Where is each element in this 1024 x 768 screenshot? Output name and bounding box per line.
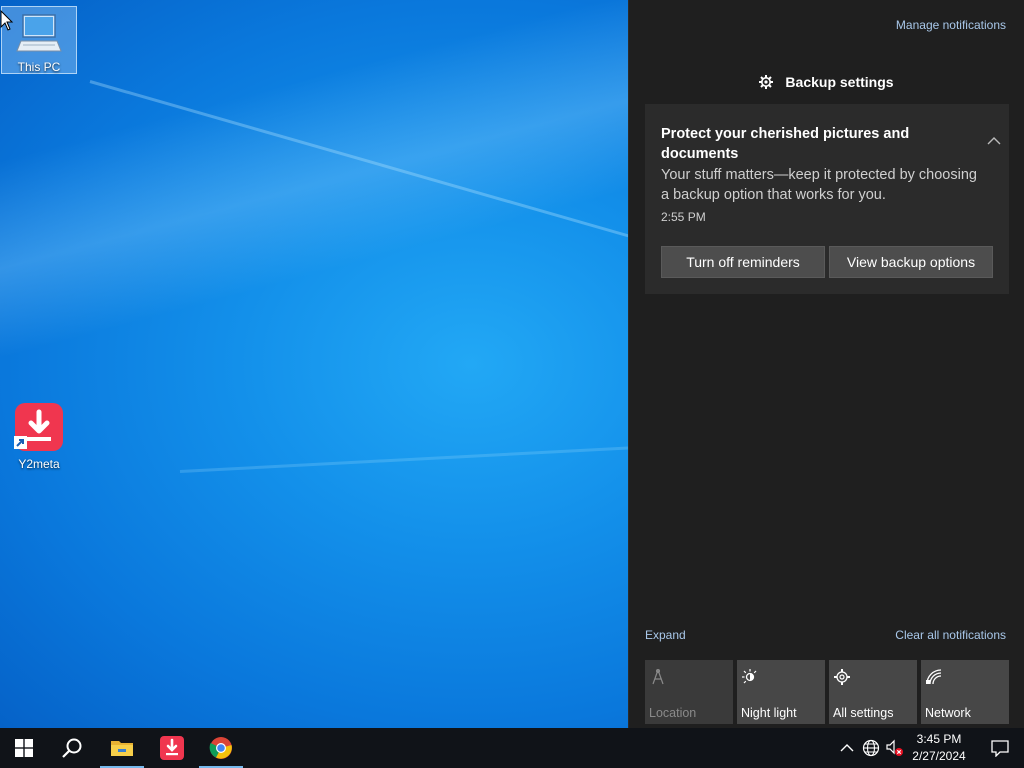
clock-time: 3:45 PM [916, 732, 962, 746]
view-backup-options-button[interactable]: View backup options [829, 246, 993, 278]
desktop: This PC Y2meta [0, 0, 628, 728]
chevron-up-icon [840, 744, 854, 752]
expand-link[interactable]: Expand [645, 628, 686, 642]
globe-icon [862, 739, 880, 757]
y2meta-download-icon [14, 403, 63, 451]
night-light-icon [742, 669, 757, 684]
wallpaper-light-beam [179, 445, 628, 473]
backup-notification-toast[interactable]: Protect your cherished pictures and docu… [645, 104, 1009, 294]
desktop-icon-label: Y2meta [18, 457, 60, 471]
location-icon [652, 669, 664, 685]
quick-action-location[interactable]: Location [645, 660, 733, 724]
clear-all-notifications-link[interactable]: Clear all notifications [895, 628, 1006, 642]
notification-icon [991, 740, 1009, 757]
volume-button[interactable] [885, 738, 905, 758]
wallpaper-light-beam [89, 80, 628, 238]
windows-logo-icon [15, 739, 33, 757]
start-button[interactable] [0, 728, 48, 768]
taskbar-clock[interactable]: 3:45 PM 2/27/2024 [906, 731, 972, 765]
action-center-panel: Manage notifications Backup settings Pro… [628, 0, 1024, 728]
computer-icon [16, 14, 62, 52]
network-icon [926, 669, 942, 685]
manage-notifications-link[interactable]: Manage notifications [896, 18, 1006, 32]
toast-title: Protect your cherished pictures and docu… [661, 126, 910, 162]
taskbar-y2meta[interactable] [148, 728, 196, 768]
gear-icon [834, 669, 850, 685]
quick-action-label: All settings [833, 706, 894, 720]
toast-timestamp: 2:55 PM [661, 210, 706, 224]
gear-icon [759, 75, 774, 89]
volume-muted-icon [886, 739, 903, 756]
quick-action-network[interactable]: Network [921, 660, 1009, 724]
quick-action-label: Location [649, 706, 697, 720]
action-center-button[interactable] [976, 728, 1024, 768]
taskbar-chrome[interactable] [197, 728, 245, 768]
quick-action-all-settings[interactable]: All settings [829, 660, 917, 724]
quick-action-night-light[interactable]: Night light [737, 660, 825, 724]
notification-group-title: Backup settings [785, 74, 894, 90]
notification-group-header[interactable]: Backup settings [629, 74, 1024, 90]
clock-date: 2/27/2024 [912, 749, 966, 763]
desktop-icon-label: This PC [17, 60, 61, 74]
desktop-icon-y2meta[interactable]: Y2meta [1, 402, 77, 471]
taskbar: 3:45 PM 2/27/2024 [0, 728, 1024, 768]
toast-body: Your stuff matters—keep it protected by … [661, 167, 977, 203]
chevron-up-icon[interactable] [987, 134, 1001, 148]
search-button[interactable] [48, 728, 96, 768]
turn-off-reminders-button[interactable]: Turn off reminders [661, 246, 825, 278]
show-hidden-icons-button[interactable] [837, 738, 857, 758]
search-icon [62, 738, 82, 758]
taskbar-file-explorer[interactable] [98, 728, 146, 768]
y2meta-icon [160, 736, 184, 760]
file-explorer-icon [111, 741, 133, 756]
language-network-button[interactable] [861, 738, 881, 758]
quick-action-label: Network [925, 706, 971, 720]
chrome-icon [209, 737, 232, 759]
quick-action-label: Night light [741, 706, 797, 720]
mouse-cursor-icon [0, 10, 14, 31]
